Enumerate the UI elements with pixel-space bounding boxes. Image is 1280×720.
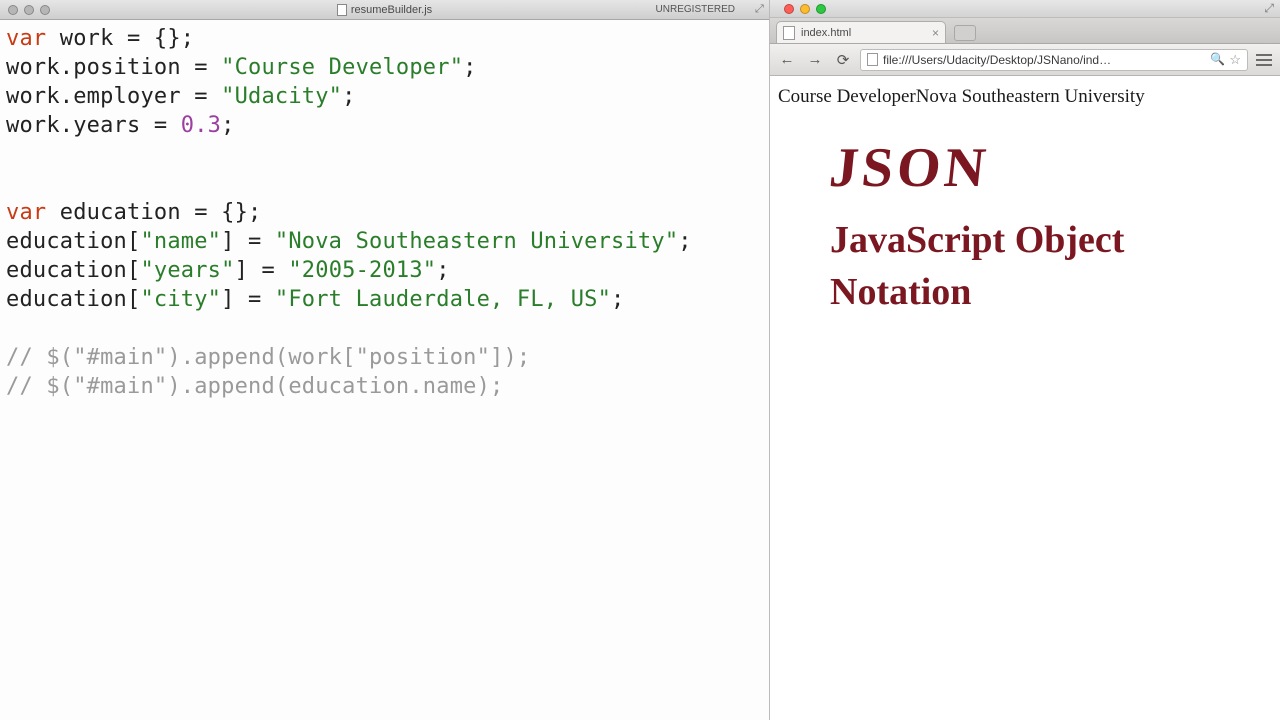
- maximize-icon[interactable]: ⤢: [1264, 1, 1274, 16]
- search-icon[interactable]: 🔍: [1210, 52, 1225, 68]
- handwriting-line-2: JavaScript Object: [830, 218, 1124, 262]
- handwriting-line-1: JSON: [827, 136, 1128, 200]
- editor-title: resumeBuilder.js: [0, 4, 769, 16]
- close-icon[interactable]: [784, 4, 794, 14]
- tab-strip[interactable]: index.html ×: [770, 18, 1280, 44]
- browser-tab[interactable]: index.html ×: [776, 21, 946, 43]
- browser-traffic-lights: [776, 4, 826, 14]
- omnibox-actions: 🔍 ☆: [1210, 52, 1241, 68]
- address-bar[interactable]: file:///Users/Udacity/Desktop/JSNano/ind…: [860, 49, 1248, 71]
- browser-titlebar[interactable]: ⤢: [770, 0, 1280, 18]
- browser-window: ⤢ index.html × ← → ⟳ file:///Users/Udaci…: [770, 0, 1280, 720]
- page-icon: [867, 53, 878, 66]
- reload-button[interactable]: ⟳: [832, 49, 854, 71]
- forward-button[interactable]: →: [804, 49, 826, 71]
- editor-filename: resumeBuilder.js: [351, 4, 432, 16]
- code-area[interactable]: var work = {}; work.position = "Course D…: [6, 24, 692, 716]
- page-icon: [783, 26, 795, 40]
- zoom-icon[interactable]: [40, 5, 50, 15]
- new-tab-button[interactable]: [954, 25, 976, 41]
- editor-titlebar[interactable]: resumeBuilder.js UNREGISTERED ⤢: [0, 0, 769, 20]
- tab-title: index.html: [801, 27, 851, 39]
- editor-window: resumeBuilder.js UNREGISTERED ⤢ var work…: [0, 0, 770, 720]
- close-icon[interactable]: [8, 5, 18, 15]
- browser-viewport[interactable]: Course DeveloperNova Southeastern Univer…: [770, 76, 1280, 720]
- url-text: file:///Users/Udacity/Desktop/JSNano/ind…: [883, 53, 1111, 67]
- bookmark-icon[interactable]: ☆: [1229, 52, 1241, 68]
- maximize-icon[interactable]: ⤢: [755, 3, 769, 17]
- minimize-icon[interactable]: [800, 4, 810, 14]
- zoom-icon[interactable]: [816, 4, 826, 14]
- menu-button[interactable]: [1254, 50, 1274, 70]
- editor-body[interactable]: var work = {}; work.position = "Course D…: [0, 20, 769, 720]
- document-icon: [337, 4, 347, 16]
- minimize-icon[interactable]: [24, 5, 34, 15]
- handwriting-annotation: JSON JavaScript Object Notation: [830, 136, 1124, 314]
- browser-toolbar: ← → ⟳ file:///Users/Udacity/Desktop/JSNa…: [770, 44, 1280, 76]
- page-text: Course DeveloperNova Southeastern Univer…: [778, 86, 1272, 108]
- handwriting-line-3: Notation: [830, 270, 1124, 314]
- back-button[interactable]: ←: [776, 49, 798, 71]
- close-tab-icon[interactable]: ×: [932, 26, 939, 40]
- editor-traffic-lights: [0, 5, 50, 15]
- editor-status: UNREGISTERED: [656, 4, 751, 15]
